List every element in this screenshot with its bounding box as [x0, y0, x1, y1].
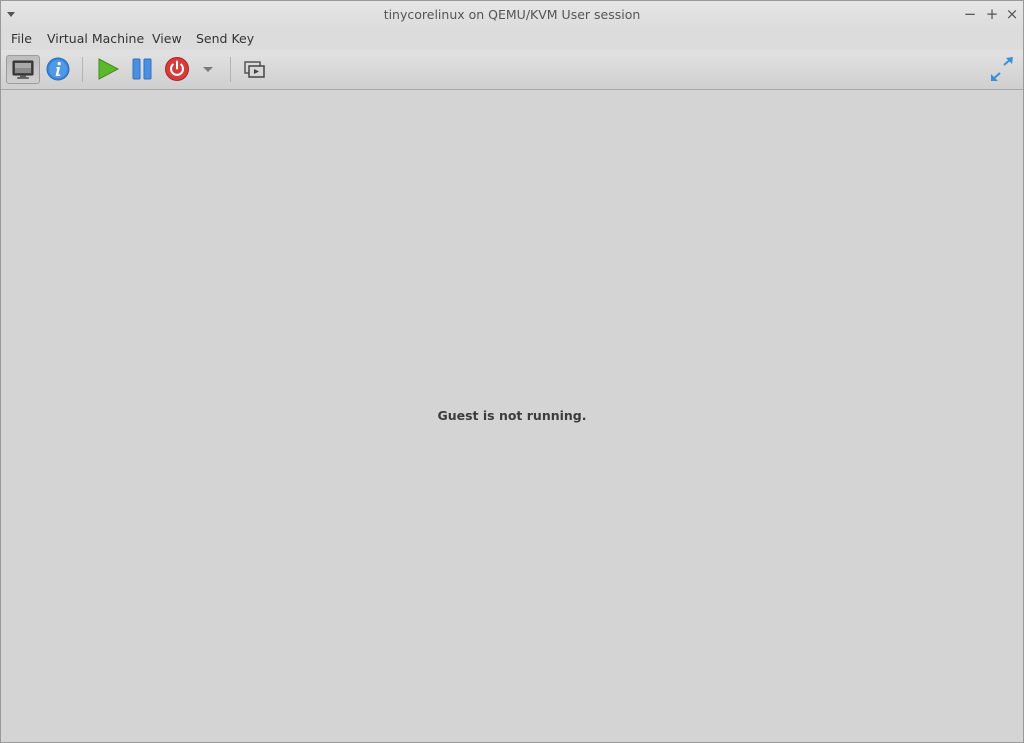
pause-icon [132, 58, 152, 80]
fullscreen-button[interactable] [986, 55, 1018, 83]
details-button[interactable] [42, 55, 74, 83]
toolbar-separator [82, 57, 83, 82]
snapshots-button[interactable] [239, 55, 271, 83]
minimize-button[interactable]: − [962, 5, 978, 23]
shutdown-menu-button[interactable] [197, 55, 219, 83]
run-button[interactable] [92, 55, 124, 83]
snapshots-icon [244, 61, 265, 78]
toolbar-separator [230, 57, 231, 82]
maximize-button[interactable]: + [984, 5, 1000, 23]
virt-manager-window: tinycorelinux on QEMU/KVM User session −… [0, 0, 1024, 743]
chevron-down-icon [203, 67, 213, 72]
power-icon [165, 57, 189, 81]
console-button[interactable] [6, 55, 40, 84]
console-area: Guest is not running. [1, 90, 1023, 742]
monitor-icon [12, 60, 34, 79]
play-icon [98, 58, 120, 80]
menu-virtual-machine[interactable]: Virtual Machine [47, 30, 144, 47]
info-icon [46, 57, 70, 81]
close-button[interactable]: × [1004, 5, 1020, 23]
window-title: tinycorelinux on QEMU/KVM User session [383, 7, 641, 22]
guest-status-message: Guest is not running. [437, 408, 587, 423]
pause-button[interactable] [126, 55, 158, 83]
title-bar: tinycorelinux on QEMU/KVM User session −… [1, 1, 1023, 28]
menu-view[interactable]: View [152, 30, 182, 47]
menu-file[interactable]: File [11, 30, 32, 47]
menu-bar: File Virtual Machine View Send Key [1, 28, 1023, 50]
shutdown-button[interactable] [161, 55, 193, 83]
menu-send-key[interactable]: Send Key [196, 30, 254, 47]
fullscreen-icon [991, 57, 1013, 81]
toolbar [1, 50, 1023, 90]
